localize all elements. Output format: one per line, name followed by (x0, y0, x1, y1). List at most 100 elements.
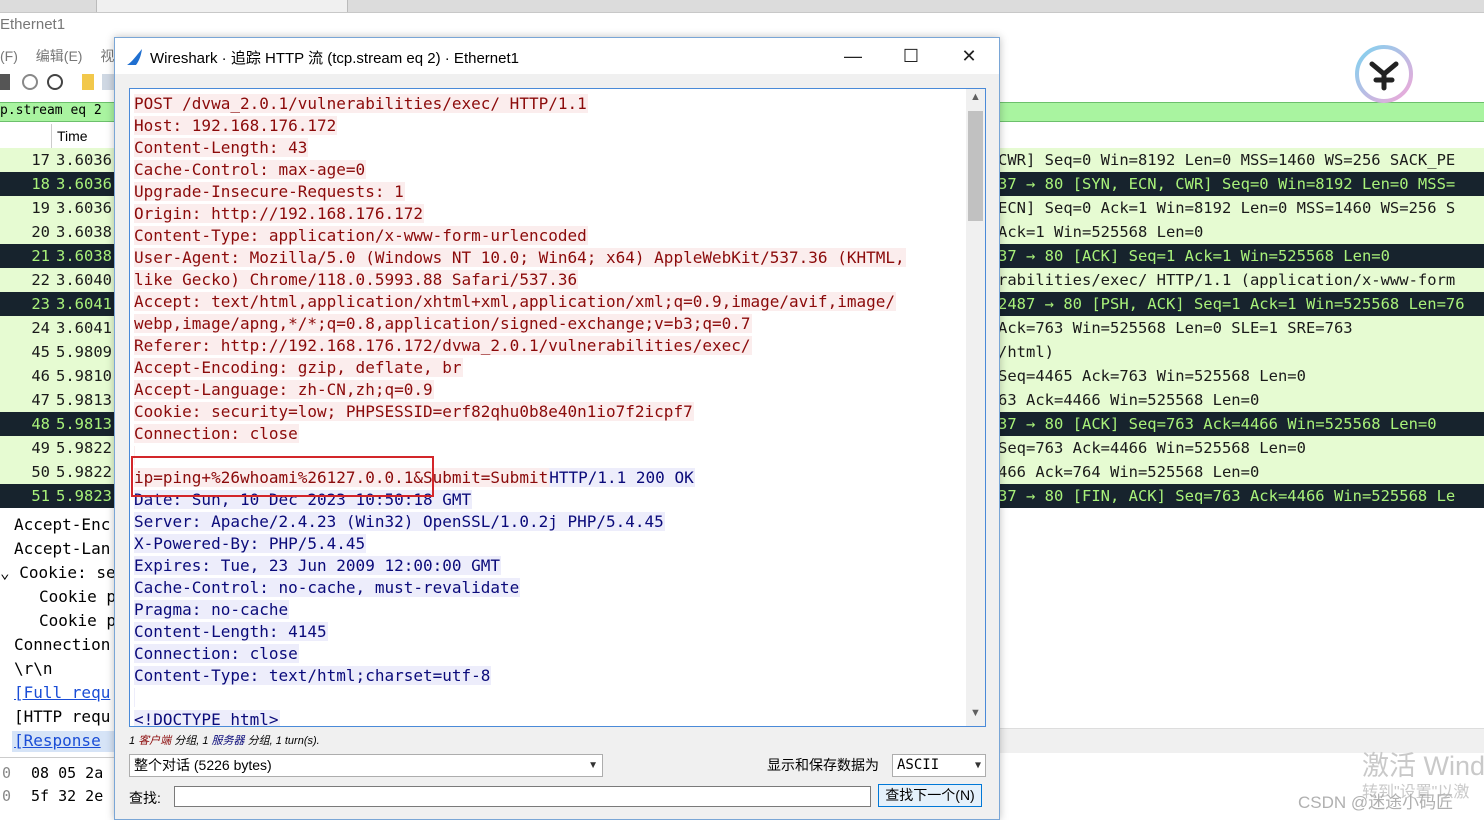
stream-line: POST /dvwa_2.0.1/vulnerabilities/exec/ H… (134, 93, 964, 115)
detail-line[interactable]: [HTTP requ (14, 707, 115, 726)
options-gear-icon[interactable] (47, 74, 63, 90)
stats-server-label: 服务器 (211, 735, 245, 747)
menu-edit[interactable]: 编辑(E) (36, 48, 83, 64)
packet-time: 3.6041 (56, 295, 112, 313)
client-text: Host: 192.168.176.172 (134, 116, 338, 135)
detail-line[interactable]: [Response (14, 731, 115, 750)
packet-info: ECN] Seq=0 Ack=1 Win=8192 Len=0 MSS=1460… (998, 199, 1456, 217)
packet-info: 37 → 80 [FIN, ACK] Seq=763 Ack=4466 Win=… (998, 487, 1456, 505)
scroll-down-arrow-icon[interactable]: ▼ (966, 707, 985, 723)
stream-line: Connection: close (134, 423, 964, 445)
packet-number: 50 (31, 463, 50, 481)
client-text: Accept-Encoding: gzip, deflate, br (134, 358, 463, 377)
dialog-titlebar[interactable]: Wireshark · 追踪 HTTP 流 (tcp.stream eq 2) … (115, 38, 999, 74)
stream-stats: 1 客户端 分组, 1 服务器 分组, 1 turn(s). (129, 732, 320, 748)
stream-text: POST /dvwa_2.0.1/vulnerabilities/exec/ H… (134, 93, 964, 727)
client-text: like Gecko) Chrome/118.0.5993.88 Safari/… (134, 270, 579, 289)
server-text: Expires: Tue, 23 Jun 2009 12:00:00 GMT (134, 556, 502, 575)
stream-line: like Gecko) Chrome/118.0.5993.88 Safari/… (134, 269, 964, 291)
packet-number: 19 (31, 199, 50, 217)
detail-line[interactable]: [Full requ (14, 683, 115, 702)
client-text: Cookie: security=low; PHPSESSID=erf82qhu… (134, 402, 694, 421)
packet-time: 3.6038 (56, 223, 112, 241)
stream-line: Cache-Control: max-age=0 (134, 159, 964, 181)
detail-line[interactable]: Cookie p (39, 587, 115, 606)
open-file-icon[interactable] (82, 74, 94, 90)
find-label: 查找: (129, 790, 161, 806)
stats-text: 分组, 1 (171, 735, 212, 747)
detail-line[interactable]: Connection (14, 635, 115, 654)
packet-info: 37 → 80 [ACK] Seq=1 Ack=1 Win=525568 Len… (998, 247, 1390, 265)
packet-number: 47 (31, 391, 50, 409)
show-as-label: 显示和保存数据为 (767, 757, 879, 773)
packet-info: Seq=4465 Ack=763 Win=525568 Len=0 (998, 367, 1306, 385)
detail-line[interactable]: Accept-Enc (14, 515, 115, 534)
server-text (134, 688, 135, 707)
client-text: Upgrade-Insecure-Requests: 1 (134, 182, 405, 201)
stream-line: X-Powered-By: PHP/5.4.45 (134, 533, 964, 555)
server-text: Content-Length: 4145 (134, 622, 328, 641)
detail-line[interactable]: Accept-Lan (14, 539, 115, 558)
client-text: Referer: http://192.168.176.172/dvwa_2.0… (134, 336, 752, 355)
stream-line: Accept-Encoding: gzip, deflate, br (134, 357, 964, 379)
packet-list-header: Time (0, 124, 115, 149)
stream-line: webp,image/apng,*/*;q=0.8,application/si… (134, 313, 964, 335)
packet-number: 23 (31, 295, 50, 313)
menu-file[interactable]: (F) (0, 48, 18, 64)
packet-info: 63 Ack=4466 Win=525568 Len=0 (998, 391, 1260, 409)
packet-time: 3.6036 (56, 199, 112, 217)
dialog-title: Wireshark · 追踪 HTTP 流 (tcp.stream eq 2) … (150, 50, 519, 67)
packet-info: 37 → 80 [ACK] Seq=763 Ack=4466 Win=52556… (998, 415, 1437, 433)
follow-http-stream-dialog: Wireshark · 追踪 HTTP 流 (tcp.stream eq 2) … (114, 37, 1000, 820)
stream-content-view[interactable]: POST /dvwa_2.0.1/vulnerabilities/exec/ H… (129, 88, 986, 727)
payload-highlight-box (131, 456, 434, 497)
detail-line[interactable]: ⌄ Cookie: se (0, 563, 115, 582)
stream-line: Connection: close (134, 643, 964, 665)
conversation-select[interactable]: 整个对话 (5226 bytes) ▼ (129, 754, 603, 777)
packet-time: 5.9810 (56, 367, 112, 385)
find-next-button[interactable]: 查找下一个(N) (878, 784, 982, 807)
encoding-select[interactable]: ASCII ▼ (892, 754, 986, 777)
detail-line[interactable]: \r\n (14, 659, 115, 678)
client-text: Accept: text/html,application/xhtml+xml,… (134, 292, 896, 311)
packet-number: 24 (31, 319, 50, 337)
packet-info: 37 → 80 [SYN, ECN, CWR] Seq=0 Win=8192 L… (998, 175, 1456, 193)
stream-line: Expires: Tue, 23 Jun 2009 12:00:00 GMT (134, 555, 964, 577)
stream-line: Cache-Control: no-cache, must-revalidate (134, 577, 964, 599)
stream-vertical-scrollbar[interactable]: ▲ ▼ (966, 89, 985, 726)
packet-info: Ack=763 Win=525568 Len=0 SLE=1 SRE=763 (998, 319, 1353, 337)
detail-line[interactable]: Cookie p (39, 611, 115, 630)
minimize-button[interactable]: — (824, 38, 882, 74)
client-text: Content-Length: 43 (134, 138, 309, 157)
stream-line: Accept-Language: zh-CN,zh;q=0.9 (134, 379, 964, 401)
main-tab[interactable] (96, 0, 348, 12)
column-separator[interactable] (51, 124, 52, 148)
client-text: POST /dvwa_2.0.1/vulnerabilities/exec/ H… (134, 94, 588, 113)
conversation-select-value: 整个对话 (5226 bytes) (134, 757, 272, 773)
server-text: <!DOCTYPE html> (134, 710, 280, 727)
menu-view[interactable]: 视 (100, 48, 114, 64)
scroll-thumb[interactable] (968, 111, 983, 221)
packet-number: 17 (31, 151, 50, 169)
packet-time: 3.6036 (56, 175, 112, 193)
column-time[interactable]: Time (57, 128, 88, 144)
hex-offset: 0 (2, 764, 12, 782)
packet-time: 3.6036 (56, 151, 112, 169)
stop-capture-icon[interactable] (0, 74, 10, 90)
packet-time: 5.9809 (56, 343, 112, 361)
main-toolbar (0, 70, 115, 98)
find-input[interactable] (174, 786, 871, 807)
packet-number: 46 (31, 367, 50, 385)
packet-number: 49 (31, 439, 50, 457)
close-button[interactable]: ✕ (940, 38, 998, 74)
packet-info: CWR] Seq=0 Win=8192 Len=0 MSS=1460 WS=25… (998, 151, 1456, 169)
maximize-button[interactable]: ☐ (882, 38, 940, 74)
stream-line: <!DOCTYPE html> (134, 709, 964, 727)
server-text: Content-Type: text/html;charset=utf-8 (134, 666, 492, 685)
restart-icon[interactable] (22, 74, 38, 90)
stats-text: 1 (129, 735, 139, 747)
client-text: Origin: http://192.168.176.172 (134, 204, 424, 223)
server-text: Cache-Control: no-cache, must-revalidate (134, 578, 521, 597)
packet-number: 20 (31, 223, 50, 241)
scroll-up-arrow-icon[interactable]: ▲ (966, 91, 985, 107)
